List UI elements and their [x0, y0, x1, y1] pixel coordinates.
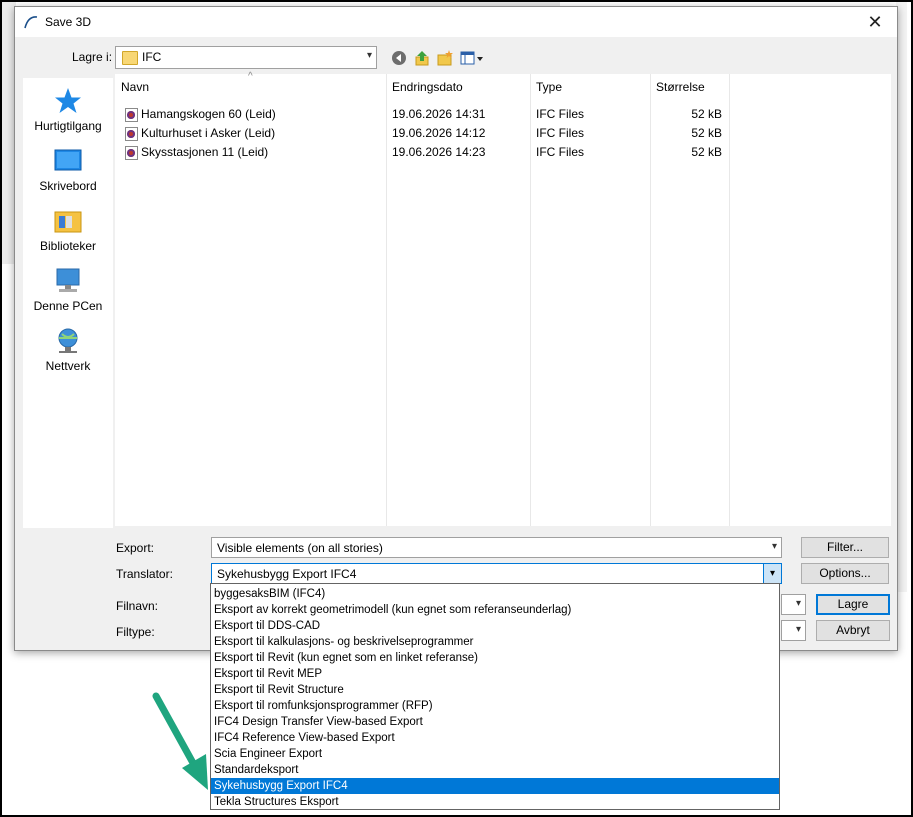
annotation-arrow-icon — [152, 692, 208, 790]
